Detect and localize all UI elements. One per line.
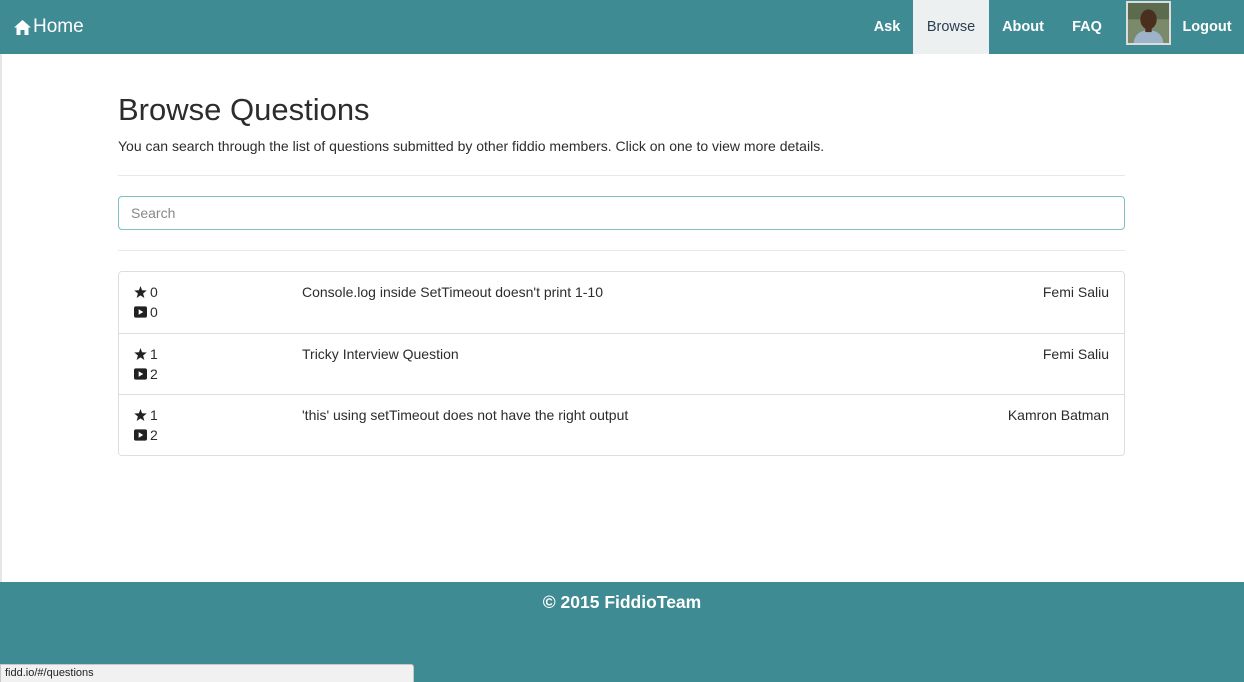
- video-icon: [134, 368, 147, 380]
- question-author: Femi Saliu: [1042, 284, 1109, 300]
- question-row[interactable]: 0 0 Console.log inside SetTimeout doesn'…: [119, 272, 1124, 333]
- search-input[interactable]: [118, 196, 1125, 230]
- divider: [118, 250, 1125, 251]
- star-icon: [134, 409, 147, 421]
- video-icon: [134, 429, 147, 441]
- video-count: 0: [134, 304, 158, 320]
- question-author: Femi Saliu: [1042, 346, 1109, 362]
- star-count: 1: [134, 346, 158, 362]
- divider: [118, 175, 1125, 176]
- question-title[interactable]: Console.log inside SetTimeout doesn't pr…: [302, 284, 603, 300]
- nav-faq[interactable]: FAQ: [1058, 0, 1116, 54]
- page-description: You can search through the list of quest…: [118, 138, 825, 154]
- nav-browse[interactable]: Browse: [913, 0, 989, 54]
- footer-copyright: © 2015 FiddioTeam: [542, 592, 702, 612]
- home-label: Home: [33, 16, 84, 37]
- question-title[interactable]: Tricky Interview Question: [302, 346, 459, 362]
- question-author: Kamron Batman: [1007, 407, 1109, 423]
- home-icon: [14, 19, 31, 35]
- nav-about[interactable]: About: [992, 0, 1054, 54]
- question-row[interactable]: 1 2 Tricky Interview Question Femi Saliu: [119, 333, 1124, 394]
- star-count: 1: [134, 407, 158, 423]
- star-icon: [134, 286, 147, 298]
- page-edge: [0, 54, 2, 582]
- star-count: 0: [134, 284, 158, 300]
- video-icon: [134, 306, 147, 318]
- browser-status-url: fidd.io/#/questions: [0, 664, 414, 682]
- question-title[interactable]: 'this' using setTimeout does not have th…: [302, 407, 628, 423]
- nav-logout[interactable]: Logout: [1176, 0, 1238, 54]
- question-list: 0 0 Console.log inside SetTimeout doesn'…: [118, 271, 1125, 456]
- star-icon: [134, 348, 147, 360]
- nav-ask[interactable]: Ask: [862, 0, 912, 54]
- video-count: 2: [134, 427, 158, 443]
- page-title: Browse Questions: [118, 92, 370, 127]
- navbar: Home Ask Browse About FAQ Logout: [0, 0, 1244, 54]
- question-row[interactable]: 1 2 'this' using setTimeout does not hav…: [119, 394, 1124, 455]
- home-link[interactable]: Home: [14, 0, 84, 54]
- video-count: 2: [134, 366, 158, 382]
- user-avatar[interactable]: [1126, 1, 1171, 45]
